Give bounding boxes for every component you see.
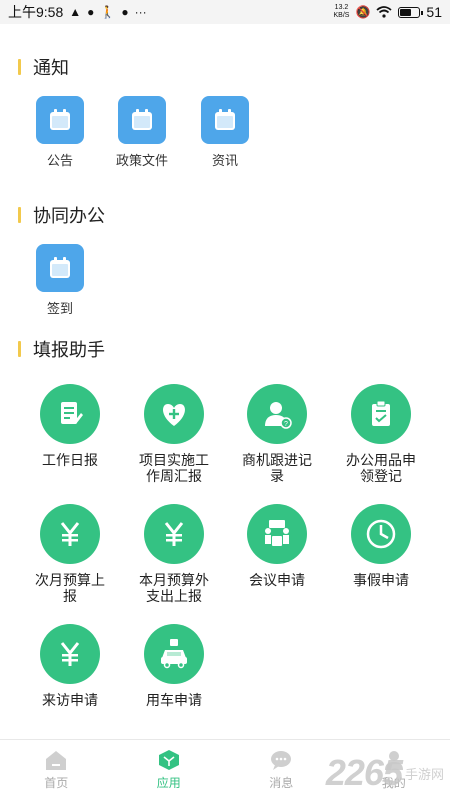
document-edit-icon (40, 384, 100, 444)
battery-icon (398, 6, 424, 18)
chat-bubble-icon: ● (87, 5, 95, 19)
section-accent-bar (18, 207, 21, 223)
notice-item-label: 公告 (46, 153, 73, 168)
yen-icon (144, 504, 204, 564)
more-dots-icon: ··· (134, 5, 147, 19)
battery-level: 51 (426, 4, 442, 20)
clock-icon (351, 504, 411, 564)
helper-item-label: 事假申请 (353, 572, 409, 588)
helper-item-leave-request[interactable]: 事假申请 (333, 504, 429, 588)
calendar-icon (118, 96, 166, 144)
calendar-icon (201, 96, 249, 144)
helper-item-label: 用车申请 (146, 692, 202, 708)
helper-item-label: 项目实施工作周汇报 (139, 452, 209, 484)
collab-item-label: 签到 (46, 301, 73, 316)
svg-text:?: ? (284, 421, 288, 428)
calendar-icon (36, 96, 84, 144)
helper-item-weekly-report[interactable]: 项目实施工作周汇报 (126, 384, 222, 484)
helper-item-visit-request[interactable]: 来访申请 (22, 624, 118, 708)
mute-icon: 🔕 (355, 5, 371, 19)
person-question-icon: ? (247, 384, 307, 444)
helper-item-label: 次月预算上报 (35, 572, 105, 604)
tab-home[interactable]: 首页 (0, 740, 113, 800)
helper-item-label: 来访申请 (42, 692, 98, 708)
app-grid-page: 通知 公告 政策文件 资讯 协同办公 签到 填报助手 工作日报 项目实施工作周汇… (0, 24, 450, 739)
wifi-icon (376, 6, 393, 18)
helper-item-label: 会议申请 (249, 572, 305, 588)
message-bubble-icon (271, 751, 292, 770)
message-icon: ● (121, 5, 129, 19)
watermark-text: 手游网 (404, 766, 444, 782)
section-accent-bar (18, 59, 21, 75)
car-icon (144, 624, 204, 684)
helper-item-next-month-budget[interactable]: 次月预算上报 (22, 504, 118, 604)
notice-item-news[interactable]: 资讯 (185, 96, 265, 169)
helper-item-meeting-request[interactable]: 会议申请 (229, 504, 325, 588)
watermark-number: 2265 (325, 752, 403, 793)
meeting-icon (247, 504, 307, 564)
section-accent-bar (18, 341, 21, 357)
yen-icon (40, 624, 100, 684)
watermark: 2265 手游网 (326, 752, 444, 794)
helper-item-office-supplies[interactable]: 办公用品申领登记 (333, 384, 429, 484)
helper-item-opportunity-followup[interactable]: ? 商机跟进记录 (229, 384, 325, 484)
yen-icon (40, 504, 100, 564)
helper-item-extra-expense[interactable]: 本月预算外支出上报 (126, 504, 222, 604)
home-icon (46, 751, 67, 770)
notice-item-label: 资讯 (211, 153, 238, 168)
heart-plus-icon (144, 384, 204, 444)
walking-person-icon: 🚶 (100, 5, 116, 19)
status-bar: 上午9:58 ▲ ● 🚶 ● ··· 13.2 KB/S 🔕 51 (0, 0, 450, 24)
tab-apps-label: 应用 (156, 776, 181, 790)
section-collab-title: 协同办公 (18, 202, 105, 228)
helper-item-label: 本月预算外支出上报 (139, 572, 209, 604)
collab-item-checkin[interactable]: 签到 (20, 244, 100, 317)
tab-apps[interactable]: 应用 (113, 740, 226, 800)
notice-item-announcement[interactable]: 公告 (20, 96, 100, 169)
helper-item-daily-report[interactable]: 工作日报 (22, 384, 118, 468)
helper-item-label: 商机跟进记录 (242, 452, 312, 484)
section-notice-title: 通知 (18, 54, 69, 80)
warning-icon: ▲ (69, 5, 82, 19)
status-time: 上午9:58 (8, 4, 64, 20)
clipboard-check-icon (351, 384, 411, 444)
notice-item-label: 政策文件 (115, 153, 168, 168)
tab-messages[interactable]: 消息 (225, 740, 338, 800)
apps-cube-icon (158, 750, 179, 770)
helper-item-car-request[interactable]: 用车申请 (126, 624, 222, 708)
network-speed: 13.2 KB/S (333, 4, 350, 19)
tab-messages-label: 消息 (269, 776, 294, 790)
tab-home-label: 首页 (44, 776, 69, 790)
notice-item-policy[interactable]: 政策文件 (102, 96, 182, 169)
calendar-icon (36, 244, 84, 292)
section-helper-title: 填报助手 (18, 336, 105, 362)
helper-item-label: 工作日报 (42, 452, 98, 468)
helper-item-label: 办公用品申领登记 (346, 452, 416, 484)
